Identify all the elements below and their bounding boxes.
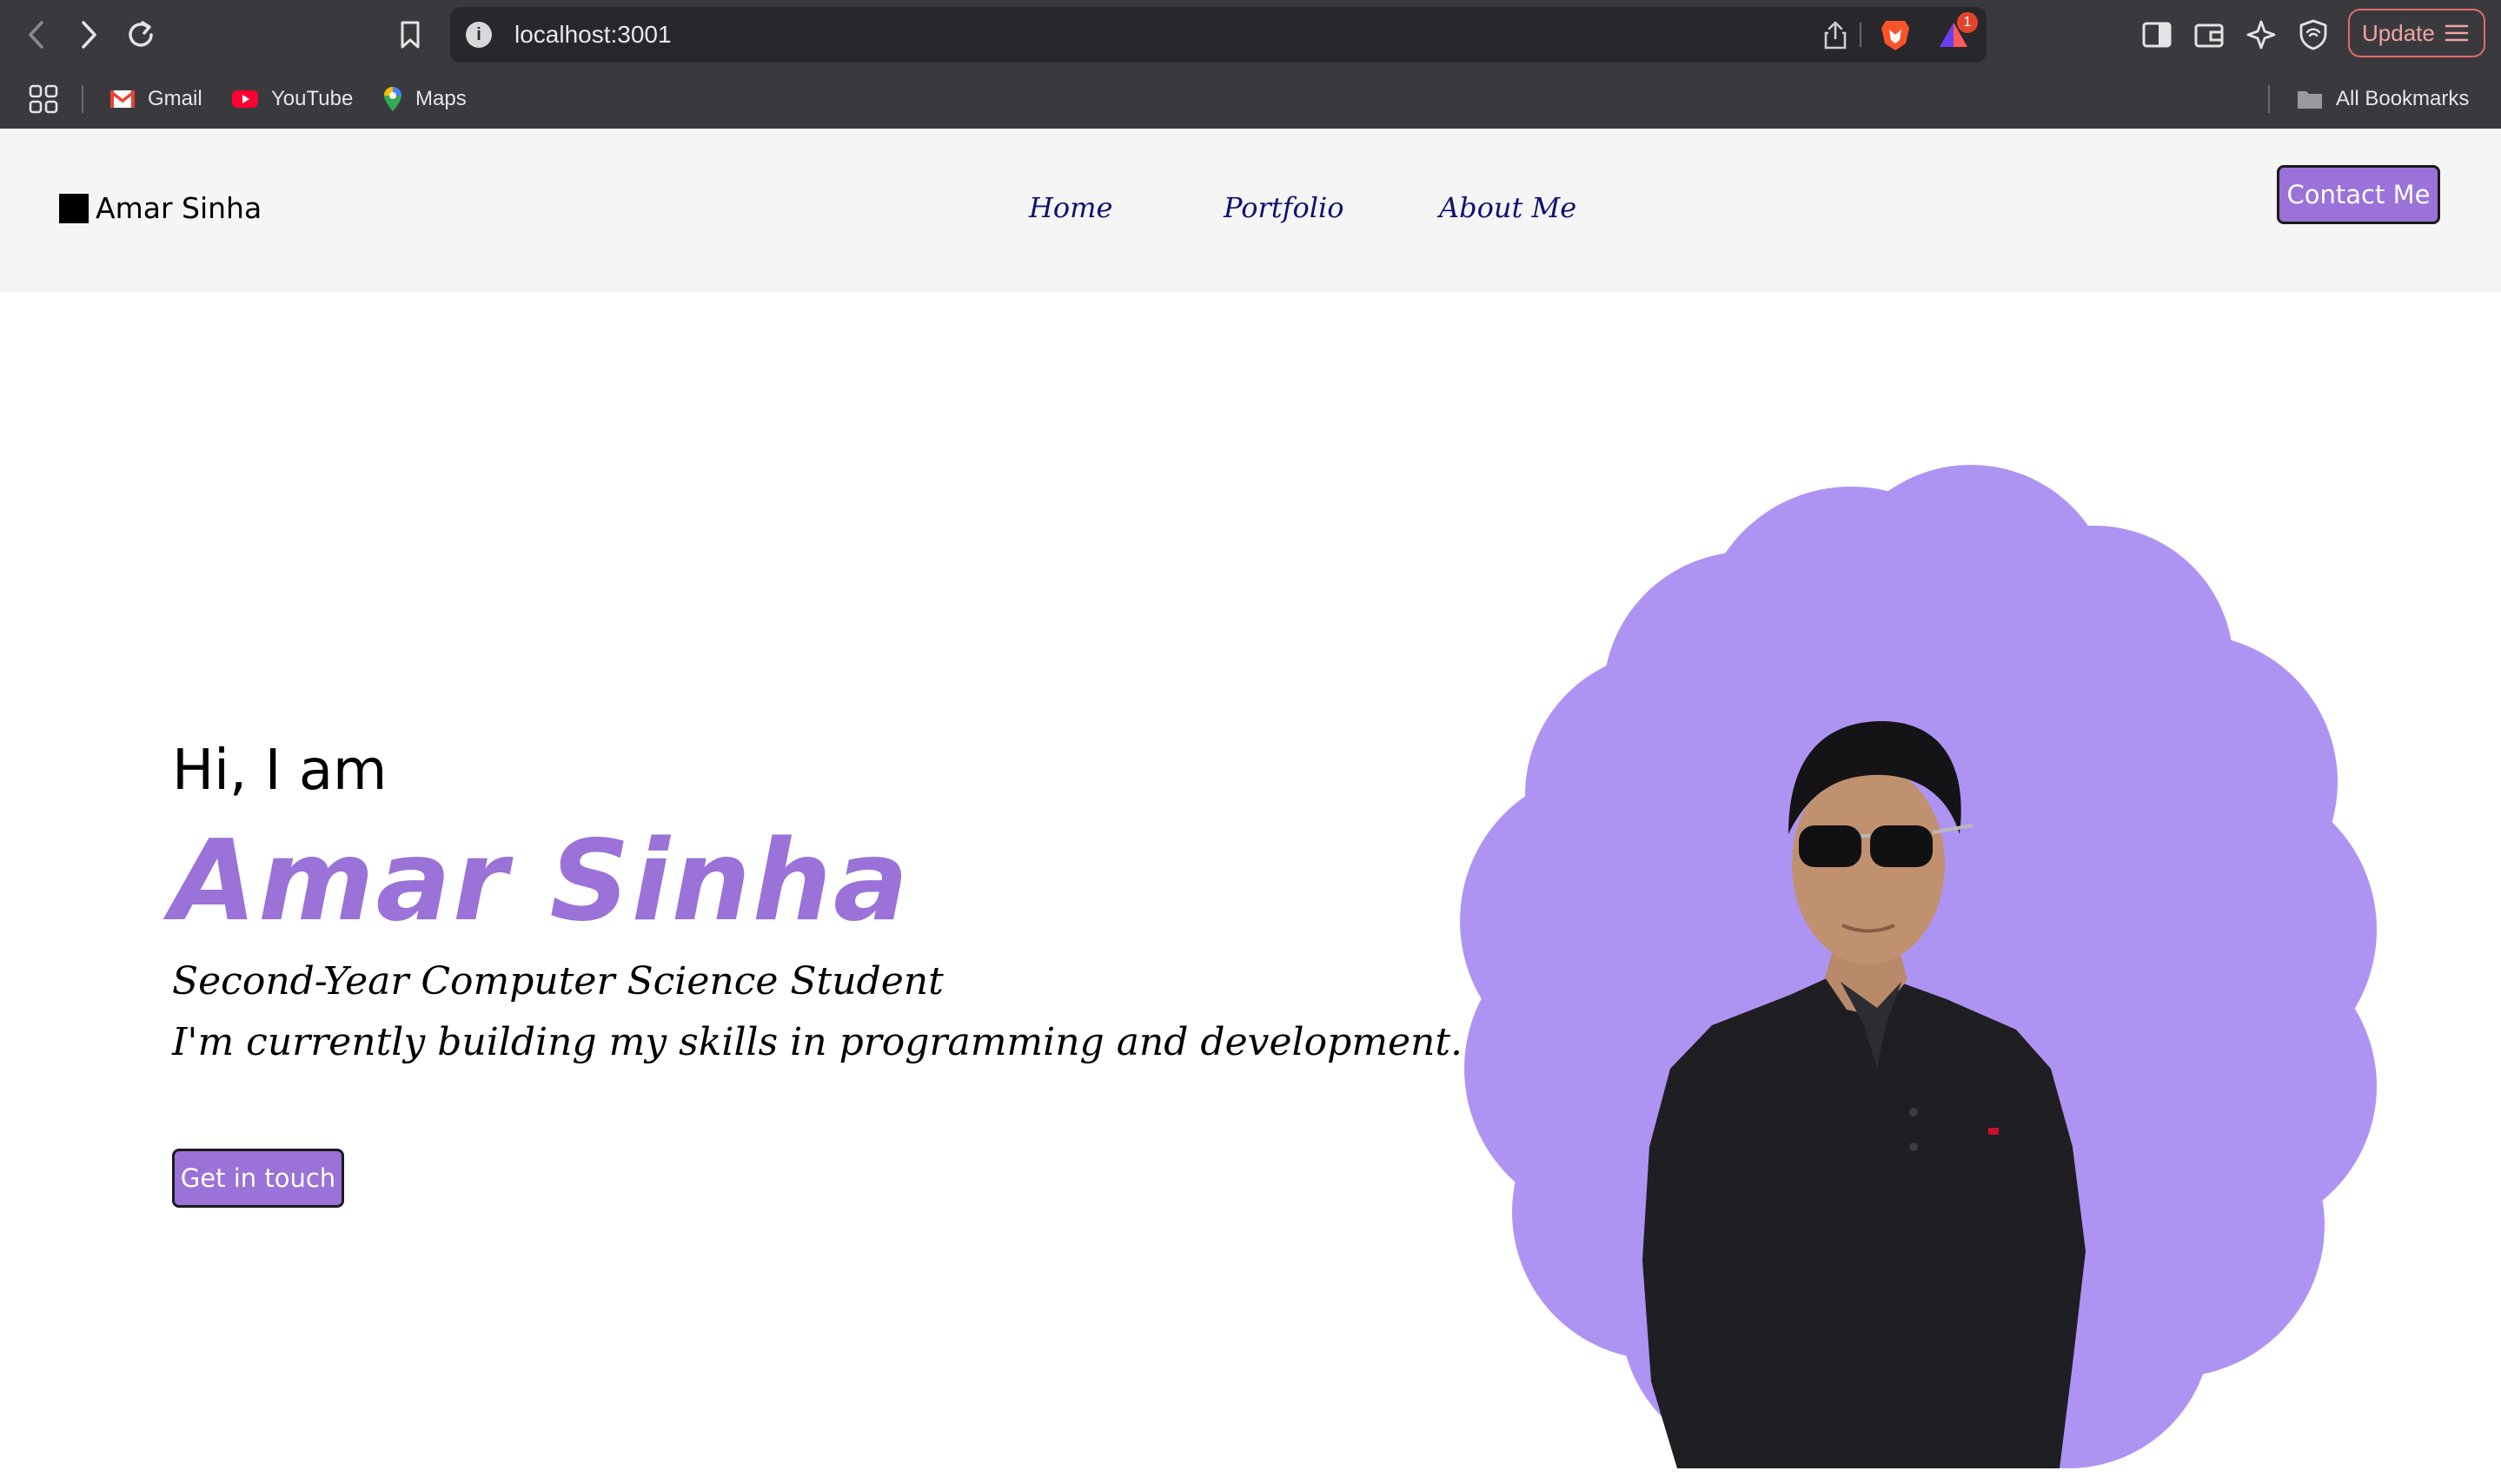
all-bookmarks-label: All Bookmarks bbox=[2336, 87, 2470, 110]
nav-portfolio[interactable]: Portfolio bbox=[1224, 191, 1344, 224]
brave-shields-icon[interactable] bbox=[1879, 17, 1912, 56]
hero-name: Amar Sinha bbox=[170, 817, 911, 946]
bookmarks-divider bbox=[2268, 85, 2270, 113]
hero-greeting: Hi, I am bbox=[172, 739, 388, 803]
bookmark-youtube[interactable]: YouTube bbox=[231, 80, 353, 118]
maps-icon bbox=[382, 85, 403, 113]
get-in-touch-button[interactable]: Get in touch bbox=[172, 1149, 344, 1208]
nav-about-me[interactable]: About Me bbox=[1439, 191, 1576, 224]
bookmark-label: Gmail bbox=[148, 87, 202, 110]
site-info-icon[interactable]: i bbox=[466, 22, 492, 48]
all-bookmarks-folder[interactable]: All Bookmarks bbox=[2296, 80, 2469, 118]
wallet-icon[interactable] bbox=[2190, 16, 2228, 54]
url-text[interactable]: localhost:3001 bbox=[514, 7, 672, 63]
address-bar[interactable]: i localhost:3001 1 bbox=[450, 7, 1987, 63]
sidebar-icon[interactable] bbox=[2138, 16, 2176, 54]
gmail-icon bbox=[109, 89, 136, 109]
bookmark-icon[interactable] bbox=[391, 16, 429, 54]
divider bbox=[1860, 23, 1861, 47]
contact-me-button[interactable]: Contact Me bbox=[2277, 165, 2440, 224]
nav-home[interactable]: Home bbox=[1029, 191, 1112, 224]
bookmark-maps[interactable]: Maps bbox=[382, 80, 467, 118]
logo-square-icon bbox=[59, 193, 89, 223]
bookmark-label: Maps bbox=[415, 87, 467, 110]
browser-toolbar: i localhost:3001 1 Update bbox=[0, 0, 2501, 129]
update-button[interactable]: Update bbox=[2348, 9, 2485, 57]
back-icon[interactable] bbox=[17, 16, 56, 54]
site-header: Amar Sinha Home Portfolio About Me Conta… bbox=[0, 129, 2501, 292]
hero-subtitle: Second-Year Computer Science Student bbox=[172, 959, 944, 1004]
reload-icon[interactable] bbox=[122, 16, 160, 54]
youtube-icon bbox=[231, 89, 259, 109]
vpn-icon[interactable] bbox=[2294, 16, 2332, 54]
update-label: Update bbox=[2362, 19, 2435, 46]
bookmark-label: YouTube bbox=[271, 87, 354, 110]
bookmark-gmail[interactable]: Gmail bbox=[109, 80, 202, 118]
navigation-row: i localhost:3001 1 Update bbox=[0, 0, 2501, 70]
menu-icon bbox=[2444, 23, 2470, 43]
brand-logo[interactable]: Amar Sinha bbox=[59, 191, 262, 225]
rewards-badge: 1 bbox=[1957, 12, 1978, 33]
brand-name: Amar Sinha bbox=[96, 191, 262, 225]
leo-icon[interactable] bbox=[2242, 16, 2280, 54]
hero-tagline: I'm currently building my skills in prog… bbox=[172, 1020, 1463, 1064]
hero-portrait bbox=[1425, 460, 2381, 1484]
bookmarks-divider bbox=[82, 85, 83, 113]
apps-icon[interactable] bbox=[28, 80, 59, 118]
bookmarks-bar bbox=[0, 70, 2501, 129]
folder-icon bbox=[2296, 88, 2324, 110]
share-icon[interactable] bbox=[1823, 19, 1848, 55]
forward-icon[interactable] bbox=[70, 16, 108, 54]
